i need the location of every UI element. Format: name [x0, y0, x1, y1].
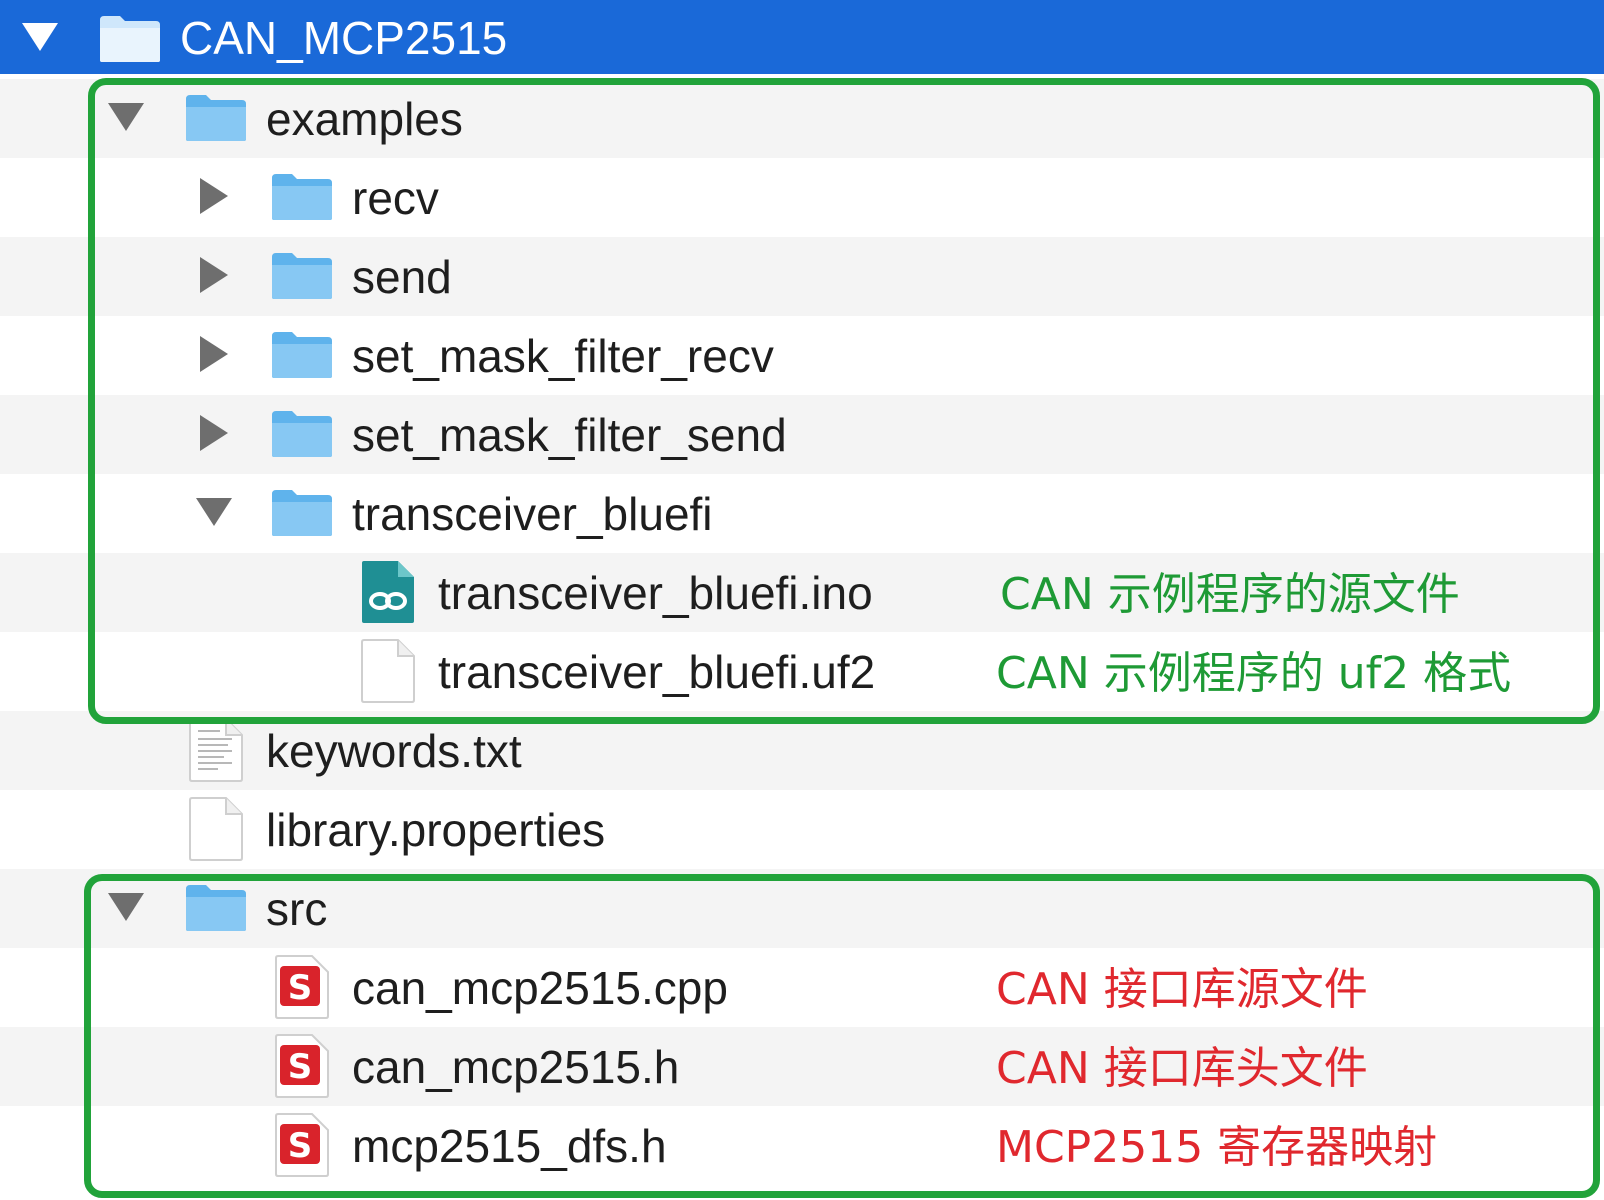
annotation-cpp: CAN 接口库源文件 [996, 964, 1368, 1015]
folder-icon [270, 486, 334, 538]
tree-item-label: CAN_MCP2515 [180, 12, 508, 64]
annotation-ino: CAN 示例程序的源文件 [1000, 569, 1460, 620]
disclosure-collapsed-icon[interactable] [194, 334, 234, 374]
tree-item-label: set_mask_filter_send [352, 409, 787, 461]
annotation-h: CAN 接口库头文件 [996, 1043, 1368, 1094]
tree-row-src[interactable]: src [0, 869, 1604, 948]
tree-item-label: mcp2515_dfs.h [352, 1120, 667, 1172]
tree-row-library[interactable]: library.properties [0, 790, 1604, 869]
tree-row-examples[interactable]: examples [0, 79, 1604, 158]
tree-item-label: examples [266, 93, 463, 145]
disclosure-expanded-icon[interactable] [106, 887, 146, 927]
tree-row-can-mcp2515-cpp[interactable]: S can_mcp2515.cpp CAN 接口库源文件 [0, 948, 1604, 1027]
disclosure-collapsed-icon[interactable] [194, 413, 234, 453]
folder-icon [98, 12, 162, 64]
annotation-dfs: MCP2515 寄存器映射 [996, 1122, 1438, 1173]
tree-row-send[interactable]: send [0, 237, 1604, 316]
source-file-icon: S [274, 1033, 330, 1099]
tree-item-label: library.properties [266, 804, 606, 856]
tree-item-label: src [266, 883, 328, 935]
folder-icon [270, 407, 334, 459]
disclosure-expanded-icon[interactable] [106, 97, 146, 137]
tree-row-keywords[interactable]: keywords.txt [0, 711, 1604, 790]
folder-icon [270, 328, 334, 380]
svg-text:S: S [288, 968, 313, 1008]
disclosure-collapsed-icon[interactable] [194, 255, 234, 295]
tree-item-label: keywords.txt [266, 725, 522, 777]
tree-row-mcp2515-dfs-h[interactable]: S mcp2515_dfs.h MCP2515 寄存器映射 [0, 1106, 1604, 1185]
arduino-file-icon [360, 559, 416, 625]
blank-file-icon [188, 796, 244, 862]
disclosure-expanded-icon[interactable] [194, 492, 234, 532]
tree-row-root[interactable]: CAN_MCP2515 [0, 0, 1604, 74]
text-file-icon [188, 717, 244, 783]
tree-item-label: transceiver_bluefi [352, 488, 713, 540]
tree-item-label: transceiver_bluefi.ino [438, 567, 873, 619]
tree-row-set-mask-filter-send[interactable]: set_mask_filter_send [0, 395, 1604, 474]
folder-icon [270, 249, 334, 301]
tree-row-set-mask-filter-recv[interactable]: set_mask_filter_recv [0, 316, 1604, 395]
annotation-uf2: CAN 示例程序的 uf2 格式 [996, 648, 1512, 699]
tree-item-label: can_mcp2515.h [352, 1041, 680, 1093]
svg-text:S: S [288, 1126, 313, 1166]
tree-item-label: set_mask_filter_recv [352, 330, 774, 382]
svg-text:S: S [288, 1047, 313, 1087]
tree-row-recv[interactable]: recv [0, 158, 1604, 237]
tree-item-label: transceiver_bluefi.uf2 [438, 646, 876, 698]
tree-row-transceiver-ino[interactable]: transceiver_bluefi.ino CAN 示例程序的源文件 [0, 553, 1604, 632]
folder-icon [184, 91, 248, 143]
tree-row-transceiver-bluefi[interactable]: transceiver_bluefi [0, 474, 1604, 553]
source-file-icon: S [274, 1112, 330, 1178]
source-file-icon: S [274, 954, 330, 1020]
disclosure-expanded-icon[interactable] [20, 17, 60, 57]
folder-icon [270, 170, 334, 222]
folder-icon [184, 881, 248, 933]
tree-item-label: can_mcp2515.cpp [352, 962, 728, 1014]
tree-row-can-mcp2515-h[interactable]: S can_mcp2515.h CAN 接口库头文件 [0, 1027, 1604, 1106]
blank-file-icon [360, 638, 416, 704]
tree-item-label: recv [352, 172, 439, 224]
tree-item-label: send [352, 251, 452, 303]
disclosure-collapsed-icon[interactable] [194, 176, 234, 216]
tree-row-transceiver-uf2[interactable]: transceiver_bluefi.uf2 CAN 示例程序的 uf2 格式 [0, 632, 1604, 711]
